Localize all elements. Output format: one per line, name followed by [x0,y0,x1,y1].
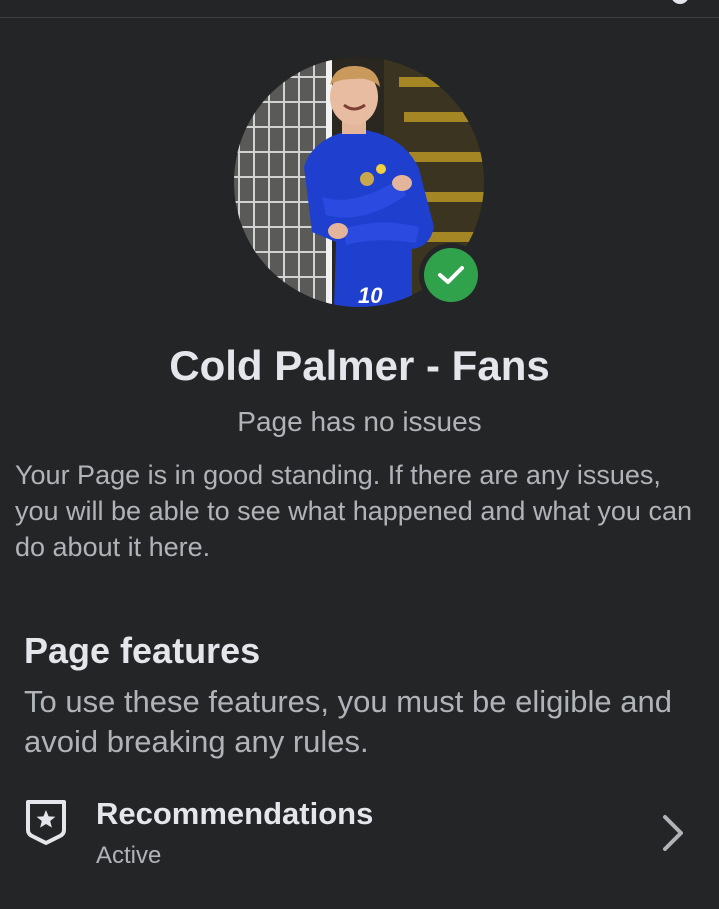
page-features-heading: Page features [24,630,261,671]
partial-status-icon [671,0,689,4]
chevron-right-icon[interactable] [656,810,690,856]
page-features-description: To use these features, you must be eligi… [24,684,672,759]
page-title: Cold Palmer - Fans [169,342,550,389]
shirt-number: 10 [358,283,383,307]
feature-item-recommendations[interactable]: Recommendations Active [0,788,719,888]
feature-status: Active [96,842,162,869]
top-divider [0,17,719,18]
feature-label: Recommendations [96,796,374,831]
verified-badge [419,243,483,307]
standing-description: Your Page is in good standing. If there … [15,460,692,562]
check-icon [424,248,478,302]
shield-star-icon [22,796,70,848]
page-status: Page has no issues [237,406,482,437]
